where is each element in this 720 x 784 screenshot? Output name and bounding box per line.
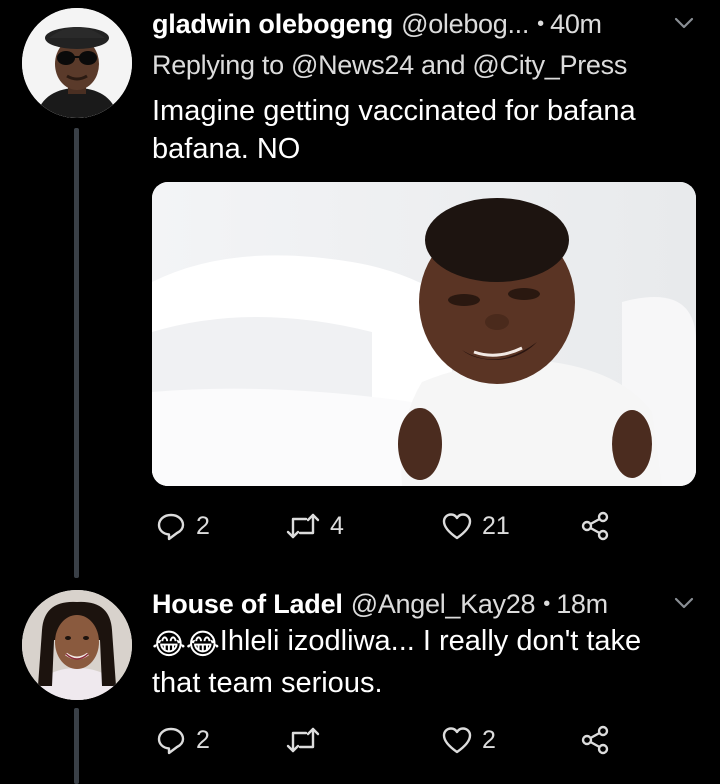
tweet-actions: 2 4 21	[156, 504, 616, 548]
reply-icon	[157, 727, 185, 755]
like-count: 21	[482, 511, 510, 540]
laughing-emoji-icon: 😂😂	[152, 629, 220, 661]
tweet-actions: 2 2	[156, 718, 616, 762]
avatar[interactable]	[22, 590, 132, 700]
tweet-text: Imagine getting vaccinated for bafana ba…	[152, 92, 692, 168]
tweet-text-line: Imagine getting vaccinated for bafana	[152, 95, 636, 127]
tweet-photo[interactable]	[152, 182, 696, 486]
thread-line	[74, 128, 79, 578]
heart-icon	[442, 727, 472, 754]
heart-icon	[442, 513, 472, 540]
share-button[interactable]	[580, 718, 610, 762]
reply-icon	[157, 513, 185, 541]
thread-line	[74, 708, 79, 784]
reply-count: 2	[196, 725, 210, 754]
retweet-button[interactable]: 4	[286, 504, 344, 548]
display-name[interactable]: gladwin olebogeng	[152, 9, 393, 40]
chevron-down-icon[interactable]	[674, 16, 694, 30]
separator-dot: •	[537, 12, 545, 35]
timestamp[interactable]: 18m	[556, 589, 608, 620]
retweet-icon	[286, 513, 320, 539]
share-button[interactable]	[580, 504, 610, 548]
retweet-icon	[286, 727, 320, 753]
replying-to-label: Replying to	[152, 50, 284, 80]
like-count: 2	[482, 725, 496, 754]
reply-button[interactable]: 2	[156, 504, 210, 548]
avatar[interactable]	[22, 8, 132, 118]
tweet-text-line: that team serious.	[152, 667, 383, 699]
avatar-image	[22, 8, 132, 118]
avatar-image	[22, 590, 132, 700]
tweet-text: 😂😂Ihleli izodliwa... I really don't take…	[152, 622, 692, 702]
tweet[interactable]: House of Ladel @Angel_Kay28 • 18m 😂😂Ihle…	[0, 578, 720, 784]
baby-photo-image	[152, 182, 696, 486]
reply-count: 2	[196, 511, 210, 540]
chevron-down-icon[interactable]	[674, 596, 694, 610]
like-button[interactable]: 2	[442, 718, 496, 762]
separator-dot: •	[543, 592, 551, 615]
tweet-header: gladwin olebogeng @olebog... • 40m	[152, 2, 720, 46]
retweet-count: 4	[330, 511, 344, 540]
replying-to: Replying to @News24 and @City_Press	[152, 50, 627, 81]
timestamp[interactable]: 40m	[550, 9, 602, 40]
retweet-button[interactable]	[286, 718, 330, 762]
reply-button[interactable]: 2	[156, 718, 210, 762]
tweet-text-span: Ihleli izodliwa... I really don't take	[219, 625, 642, 657]
username[interactable]: @olebog...	[401, 9, 529, 40]
tweet-header: House of Ladel @Angel_Kay28 • 18m	[152, 582, 720, 626]
tweet[interactable]: gladwin olebogeng @olebog... • 40m Reply…	[0, 0, 720, 578]
replying-to-handles[interactable]: @News24 and @City_Press	[291, 50, 627, 80]
share-icon	[581, 725, 609, 755]
username[interactable]: @Angel_Kay28	[351, 589, 536, 620]
like-button[interactable]: 21	[442, 504, 510, 548]
tweet-text-line: bafana. NO	[152, 133, 301, 165]
share-icon	[581, 511, 609, 541]
tweet-text-line: 😂😂Ihleli izodliwa... I really don't take	[152, 622, 692, 664]
display-name[interactable]: House of Ladel	[152, 589, 343, 620]
